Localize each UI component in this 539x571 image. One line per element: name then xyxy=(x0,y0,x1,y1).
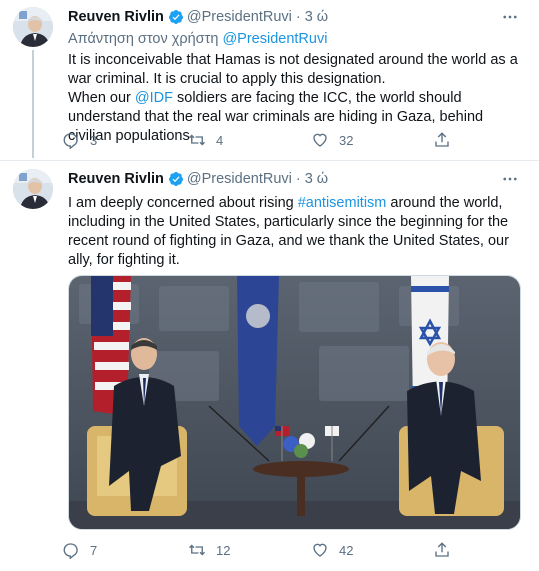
timestamp[interactable]: 3 ώ xyxy=(305,9,328,25)
reply-handle-link[interactable]: @PresidentRuvi xyxy=(222,31,327,47)
tweet-header: Reuven Rivlin @PresidentRuvi · 3 ώ xyxy=(68,171,328,187)
tweet-text-line-1: It is inconceivable that Hamas is not de… xyxy=(68,52,518,87)
like-icon xyxy=(313,543,327,557)
reply-context: Απάντηση στον χρήστη @PresidentRuvi xyxy=(68,31,327,47)
more-icon[interactable] xyxy=(499,6,521,28)
retweet-count: 4 xyxy=(216,132,224,148)
tweet-1[interactable]: Reuven Rivlin @PresidentRuvi · 3 ώ Απάντ… xyxy=(0,0,539,160)
retweet-icon xyxy=(189,544,205,556)
share-icon xyxy=(435,542,449,557)
share-button[interactable] xyxy=(433,131,461,149)
hashtag-link[interactable]: #antisemitism xyxy=(298,195,387,211)
separator-dot: · xyxy=(295,9,301,25)
like-count: 42 xyxy=(339,542,354,558)
author-name[interactable]: Reuven Rivlin xyxy=(68,9,164,25)
reply-count: 3 xyxy=(90,132,98,148)
retweet-icon xyxy=(189,134,205,146)
like-icon xyxy=(313,133,327,147)
retweet-button[interactable]: 12 xyxy=(188,541,230,559)
like-count: 32 xyxy=(339,132,354,148)
share-button[interactable] xyxy=(433,541,461,559)
avatar[interactable] xyxy=(13,7,53,47)
tweet-header: Reuven Rivlin @PresidentRuvi · 3 ώ xyxy=(68,9,328,25)
retweet-button[interactable]: 4 xyxy=(188,131,223,149)
separator-dot: · xyxy=(295,171,301,187)
like-button[interactable]: 32 xyxy=(311,131,353,149)
verified-badge-icon xyxy=(168,172,183,186)
timestamp[interactable]: 3 ώ xyxy=(305,171,328,187)
tweet-text: I am deeply concerned about rising #anti… xyxy=(68,195,509,268)
share-icon xyxy=(435,132,449,147)
reply-button[interactable]: 7 xyxy=(62,541,97,559)
author-name[interactable]: Reuven Rivlin xyxy=(68,171,164,187)
reply-icon xyxy=(63,543,78,559)
like-button[interactable]: 42 xyxy=(311,541,353,559)
reply-prefix: Απάντηση στον χρήστη xyxy=(68,31,219,47)
tweet-photo[interactable] xyxy=(68,275,521,530)
reply-icon xyxy=(63,133,78,149)
more-icon[interactable] xyxy=(499,168,521,190)
verified-badge-icon xyxy=(168,10,183,24)
author-handle[interactable]: @PresidentRuvi xyxy=(187,9,292,25)
thread-line xyxy=(32,50,34,158)
avatar[interactable] xyxy=(13,169,53,209)
reply-count: 7 xyxy=(90,542,98,558)
retweet-count: 12 xyxy=(216,542,231,558)
mention-link[interactable]: @IDF xyxy=(135,90,173,106)
author-handle[interactable]: @PresidentRuvi xyxy=(187,171,292,187)
reply-button[interactable]: 3 xyxy=(62,131,97,149)
